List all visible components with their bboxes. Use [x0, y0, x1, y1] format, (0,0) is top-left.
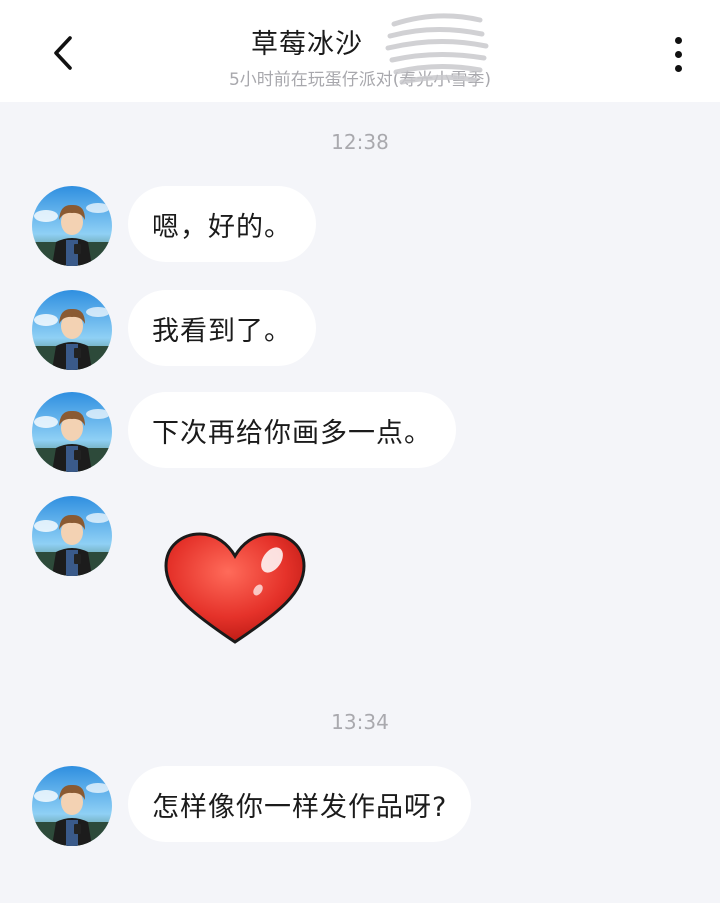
message-row: 我看到了。 — [32, 290, 316, 370]
avatar[interactable] — [32, 290, 112, 370]
chat-header: 草莓冰沙 5小时前在玩蛋仔派对(寿光小雪季) — [0, 0, 720, 102]
contact-status: 5小时前在玩蛋仔派对(寿光小雪季) — [228, 70, 492, 90]
avatar[interactable] — [32, 392, 112, 472]
more-dot-icon — [674, 36, 682, 44]
avatar[interactable] — [32, 186, 112, 266]
more-dot-icon — [674, 64, 682, 72]
heart-icon[interactable] — [160, 530, 310, 650]
message-row: 嗯，好的。 — [32, 186, 316, 266]
more-options-button[interactable] — [660, 32, 696, 76]
more-dot-icon — [674, 50, 682, 58]
avatar[interactable] — [32, 766, 112, 846]
message-row — [32, 496, 112, 576]
message-bubble[interactable]: 嗯，好的。 — [128, 186, 316, 262]
message-bubble[interactable]: 怎样像你一样发作品呀? — [128, 766, 472, 842]
contact-name: 草莓冰沙 — [251, 29, 363, 60]
message-bubble[interactable]: 下次再给你画多一点。 — [128, 392, 456, 468]
message-bubble[interactable]: 我看到了。 — [128, 290, 316, 366]
message-row: 下次再给你画多一点。 — [32, 392, 456, 472]
message-row: 怎样像你一样发作品呀? — [32, 766, 472, 846]
contact-info[interactable]: 草莓冰沙 5小时前在玩蛋仔派对(寿光小雪季) — [0, 22, 720, 90]
message-timestamp: 13:34 — [331, 710, 389, 734]
message-timestamp: 12:38 — [331, 130, 389, 154]
avatar[interactable] — [32, 496, 112, 576]
